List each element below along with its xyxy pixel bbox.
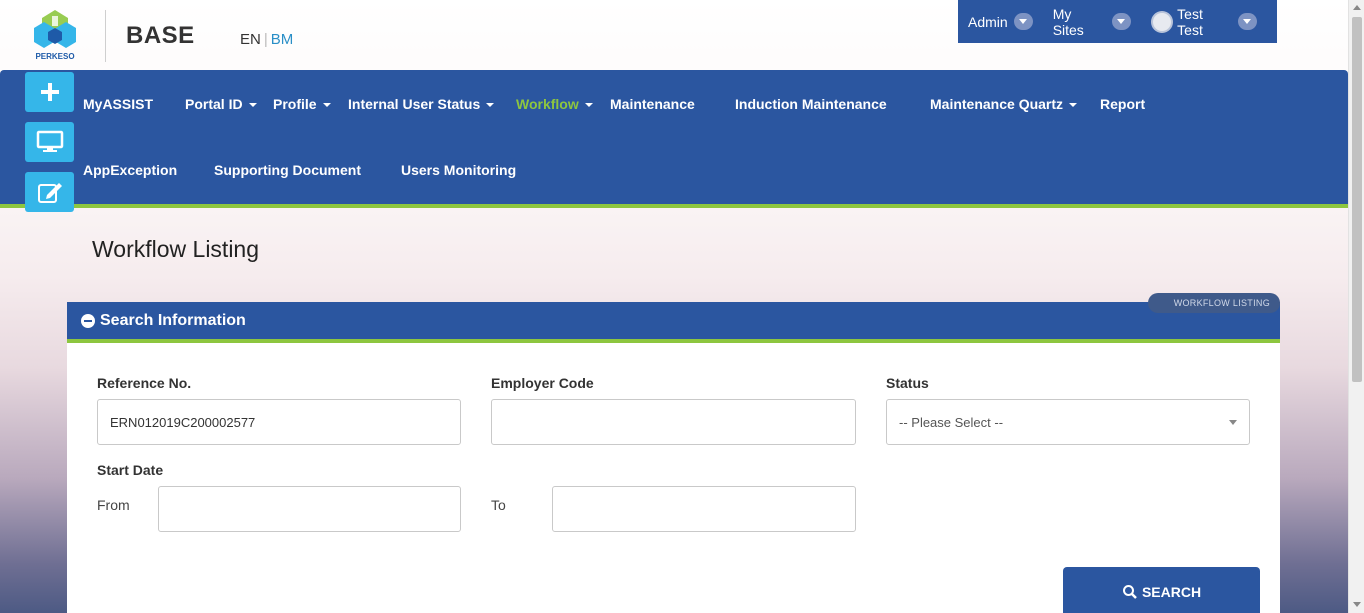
my-sites-menu[interactable]: My Sites [1053, 6, 1132, 38]
status-selected: -- Please Select -- [899, 414, 1004, 430]
nav-item-portal-id[interactable]: Portal ID [185, 96, 257, 112]
caret-down-icon [248, 103, 257, 108]
perkeso-logo[interactable]: PERKESO [30, 8, 80, 62]
scroll-down-icon[interactable] [1353, 602, 1361, 607]
chevron-down-icon [1238, 13, 1257, 30]
chevron-down-icon [1112, 13, 1132, 30]
to-date-input[interactable] [552, 486, 856, 532]
nav-item-internal-user-status[interactable]: Internal User Status [348, 96, 495, 112]
nav-label: Supporting Document [214, 162, 361, 178]
caret-down-icon [584, 103, 593, 108]
nav-item-myassist[interactable]: MyASSIST [83, 96, 153, 112]
nav-item-report[interactable]: Report [1100, 96, 1145, 112]
nav-item-maintenance-quartz[interactable]: Maintenance Quartz [930, 96, 1078, 112]
chevron-down-icon [1013, 13, 1033, 30]
page-scrollbar[interactable] [1348, 0, 1364, 613]
nav-item-workflow[interactable]: Workflow [516, 96, 593, 112]
nav-item-maintenance[interactable]: Maintenance [610, 96, 695, 112]
top-header: PERKESO BASE EN | BM Admin My Sites Test T… [0, 0, 1348, 70]
nav-label: Maintenance Quartz [930, 96, 1064, 112]
nav-item-users-monitoring[interactable]: Users Monitoring [401, 162, 516, 178]
caret-down-icon [1069, 103, 1078, 108]
language-switcher: EN | BM [240, 31, 293, 48]
nav-label: Portal ID [185, 96, 243, 112]
scroll-thumb[interactable] [1352, 17, 1362, 382]
edit-button[interactable] [25, 172, 74, 212]
add-button[interactable] [25, 72, 74, 112]
panel-accent-line [67, 339, 1280, 343]
admin-menu[interactable]: Admin [968, 13, 1033, 30]
nav-label: MyASSIST [83, 96, 154, 112]
nav-label: Profile [273, 96, 317, 112]
desktop-button[interactable] [25, 122, 74, 162]
monitor-icon [36, 130, 63, 152]
caret-down-icon [322, 103, 331, 108]
nav-item-induction-maintenance[interactable]: Induction Maintenance [735, 96, 887, 112]
logo-icon [34, 10, 76, 48]
avatar [1151, 10, 1174, 33]
nav-accent-line [0, 204, 1348, 208]
nav-item-profile[interactable]: Profile [273, 96, 331, 112]
nav-item-supporting-document[interactable]: Supporting Document [214, 162, 361, 178]
nav-label: AppException [83, 162, 178, 178]
caret-down-icon [486, 103, 495, 108]
collapse-icon[interactable] [81, 314, 95, 328]
status-select[interactable]: -- Please Select -- [886, 399, 1250, 445]
panel-title-text: Search Information [100, 312, 246, 329]
from-label: From [97, 497, 130, 513]
search-button[interactable]: SEARCH [1063, 567, 1260, 613]
status-label: Status [886, 375, 929, 391]
start-date-label: Start Date [97, 462, 164, 478]
lang-separator: | [263, 31, 268, 48]
main-nav: MyASSIST Portal ID Profile Internal User… [0, 70, 1348, 204]
reference-input[interactable] [97, 399, 461, 445]
search-button-label: SEARCH [1141, 584, 1202, 600]
panel-header[interactable]: Search Information [67, 302, 1280, 339]
plus-icon [40, 83, 59, 101]
user-profile-menu[interactable]: Test Test [1151, 6, 1257, 38]
employer-code-input[interactable] [491, 399, 856, 445]
edit-icon [37, 183, 62, 203]
page-title: Workflow Listing [92, 236, 260, 262]
lang-en-link[interactable]: EN [240, 31, 261, 48]
nav-label: Maintenance [610, 96, 695, 112]
panel-title: Search Information [81, 312, 246, 330]
to-label: To [491, 497, 506, 513]
nav-label: Workflow [516, 96, 579, 112]
nav-label: Internal User Status [348, 96, 481, 112]
nav-label: Induction Maintenance [735, 96, 887, 112]
nav-label: Report [1100, 96, 1146, 112]
app-brand: BASE [126, 22, 195, 49]
nav-item-appexception[interactable]: AppException [83, 162, 177, 178]
reference-label: Reference No. [97, 375, 192, 391]
lang-bm-link[interactable]: BM [271, 31, 294, 48]
user-name: Test Test [1177, 5, 1203, 38]
user-menu-bar: Admin My Sites Test Test [958, 0, 1277, 43]
scroll-up-icon[interactable] [1353, 5, 1361, 10]
from-date-input[interactable] [158, 486, 461, 532]
header-divider [105, 10, 106, 62]
logo-text: PERKESO [35, 52, 75, 61]
breadcrumb[interactable]: WORKFLOW LISTING [1148, 293, 1280, 313]
my-sites-label: My Sites [1052, 5, 1084, 38]
admin-menu-label: Admin [968, 13, 1008, 30]
employer-code-label: Employer Code [491, 375, 594, 391]
search-icon [1122, 585, 1137, 599]
chevron-down-icon [1229, 419, 1237, 425]
nav-label: Users Monitoring [401, 162, 517, 178]
